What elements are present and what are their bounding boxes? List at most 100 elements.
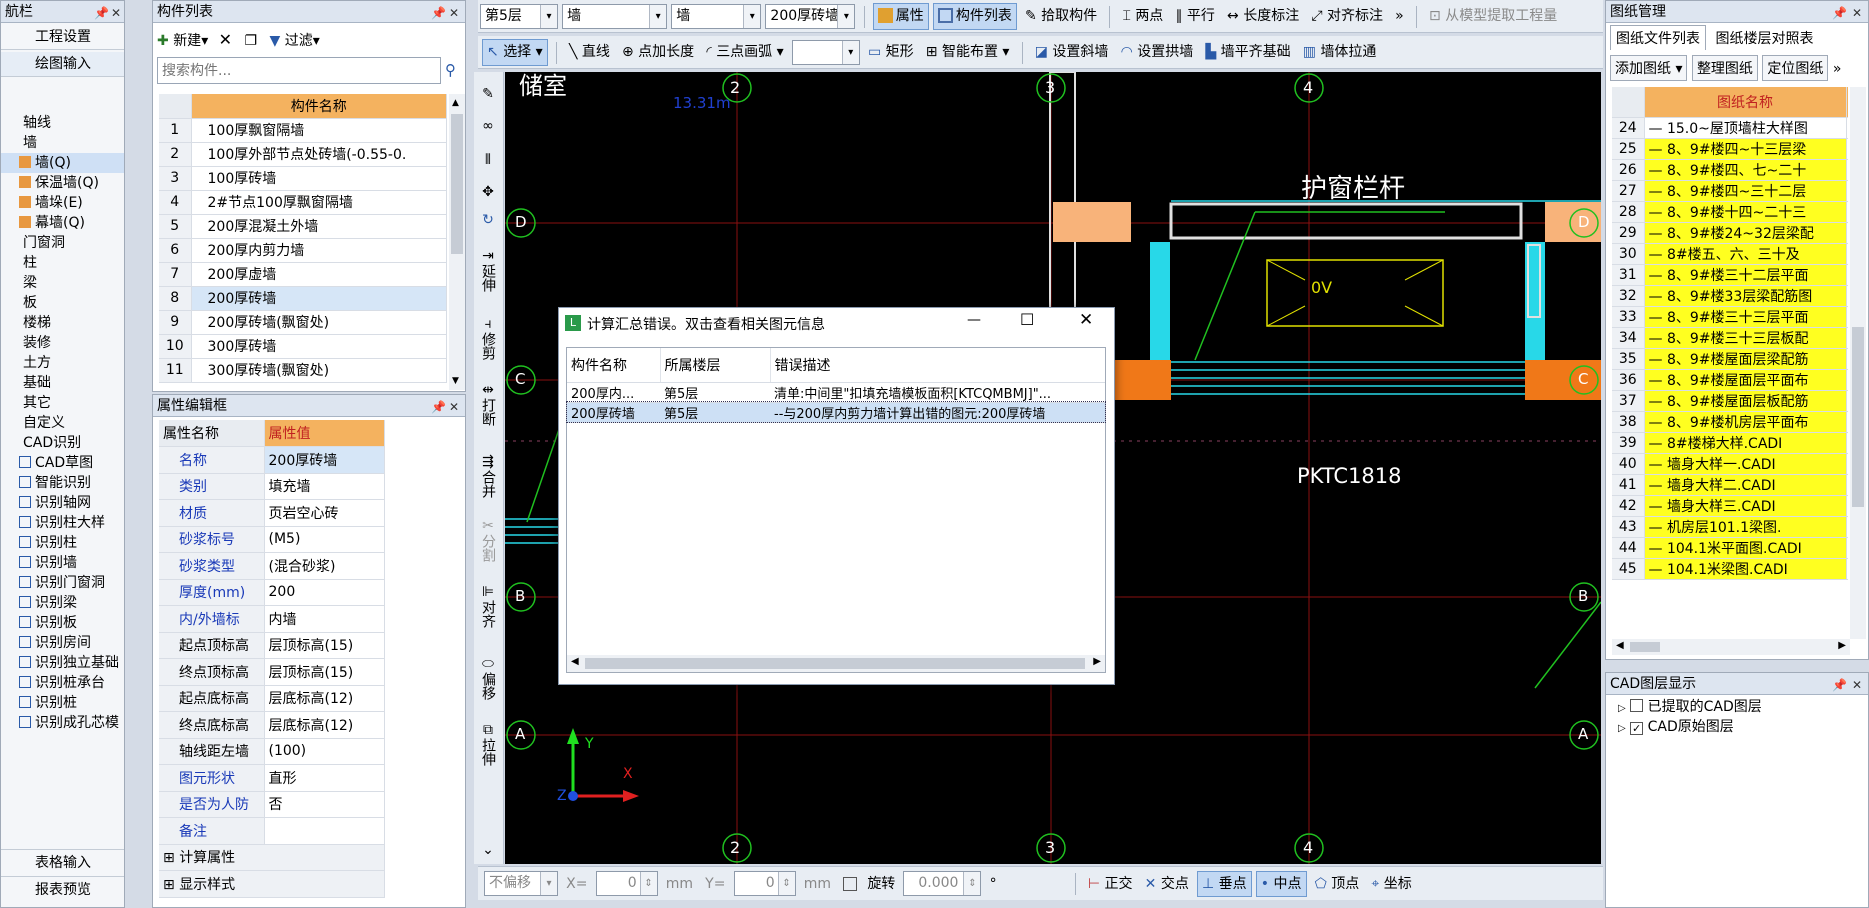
length-dim-button[interactable]: ↔ 长度标注: [1223, 3, 1303, 30]
perpendicular-snap-button[interactable]: ⊥ 垂点: [1197, 871, 1252, 897]
two-point-button[interactable]: ⌶ 两点: [1118, 3, 1167, 30]
property-value[interactable]: 填充墙: [264, 473, 385, 500]
orthogonal-button[interactable]: ⊢ 正交: [1084, 871, 1137, 897]
property-row[interactable]: 材质 页岩空心砖: [159, 499, 385, 527]
vertical-scrollbar[interactable]: [1850, 87, 1866, 639]
pin-icon[interactable]: 📌: [94, 2, 109, 24]
nav-top-button[interactable]: 绘图输入: [1, 52, 124, 77]
new-button[interactable]: 新建: [173, 33, 201, 49]
three-point-arc-button[interactable]: ◜ 三点画弧 ▾: [702, 39, 787, 66]
tab-drawing-files[interactable]: 图纸文件列表: [1610, 25, 1706, 50]
table-row[interactable]: 9 200厚砖墙(飘窗处): [159, 310, 447, 335]
table-row[interactable]: 3 100厚砖墙: [159, 166, 447, 191]
select-button[interactable]: ↖ 选择 ▾: [482, 39, 548, 66]
nav-tree-item[interactable]: 其它: [1, 393, 124, 413]
midpoint-snap-button[interactable]: • 中点: [1255, 871, 1307, 897]
layer-item[interactable]: ▷ ✓ CAD原始图层: [1618, 717, 1734, 739]
nav-tree-item[interactable]: 幕墙(Q): [1, 213, 124, 233]
property-value[interactable]: 页岩空心砖: [264, 499, 385, 527]
rotate-checkbox[interactable]: [843, 877, 858, 891]
y-input[interactable]: 0 ⇕: [733, 871, 796, 896]
nav-tree-item[interactable]: 门窗洞: [1, 233, 124, 253]
drawing-row[interactable]: 28— 8、9#楼十四~二十三1: [1612, 201, 1848, 223]
property-row[interactable]: 起点底标高 层底标高(12): [159, 685, 385, 712]
drawing-row[interactable]: 26— 8、9#楼四、七~二十1: [1612, 159, 1848, 181]
property-row[interactable]: 名称 200厚砖墙: [159, 446, 385, 474]
organize-drawing-button[interactable]: 整理图纸: [1691, 55, 1758, 81]
maximize-icon[interactable]: ☐: [1020, 310, 1034, 329]
error-row[interactable]: 200厚砖墙 第5层 --与200厚内剪力墙计算出错的图元:200厚砖墙: [566, 401, 1106, 423]
delete-icon[interactable]: ✕: [219, 30, 232, 49]
expand-icon[interactable]: ⊞: [163, 877, 179, 893]
trim-button[interactable]: ⫞ 修剪: [474, 316, 502, 364]
table-row[interactable]: 11 300厚砖墙(飘窗处): [159, 358, 447, 383]
line-button[interactable]: ╲ 直线: [565, 39, 614, 66]
drawing-row[interactable]: 32— 8、9#楼33层梁配筋图1: [1612, 285, 1848, 307]
nav-tree-item[interactable]: 保温墙(Q): [1, 173, 124, 193]
properties-button[interactable]: 属性: [872, 3, 929, 30]
drawing-row[interactable]: 42— 墙身大样三.CADI1: [1612, 495, 1848, 517]
nav-tree-item[interactable]: 柱: [1, 253, 124, 273]
drawing-row[interactable]: 37— 8、9#楼屋面层板配筋1: [1612, 390, 1848, 412]
property-row[interactable]: 轴线距左墙 (100): [159, 738, 385, 765]
drawing-row[interactable]: 36— 8、9#楼屋面层平面布1: [1612, 369, 1848, 391]
nav-top-button[interactable]: 工程设置: [1, 25, 124, 50]
nav-tree-item[interactable]: 墙: [1, 133, 124, 153]
vertical-scrollbar[interactable]: ▲ ▼: [449, 94, 465, 390]
nav-tree-item[interactable]: 识别柱大样: [1, 513, 124, 533]
offset-select[interactable]: 不偏移 ▾: [484, 871, 558, 896]
nav-tree-item[interactable]: 墙垛(E): [1, 193, 124, 213]
nav-tree-item[interactable]: 识别桩承台: [1, 673, 124, 693]
table-row[interactable]: 2 100厚外部节点处砖墙(-0.55-0.: [159, 142, 447, 167]
nav-bottom-button[interactable]: 报表预览: [1, 876, 124, 902]
drawing-row[interactable]: 27— 8、9#楼四~三十二层1: [1612, 180, 1848, 202]
close-icon[interactable]: ✕: [449, 2, 459, 24]
property-group[interactable]: ⊞ 显示样式: [159, 870, 385, 898]
move-icon[interactable]: ✥: [474, 184, 502, 200]
drawing-row[interactable]: 38— 8、9#楼机房层平面布1: [1612, 411, 1848, 433]
subtype-select[interactable]: 墙 ▾: [671, 4, 762, 29]
table-row[interactable]: 10 300厚砖墙: [159, 334, 447, 359]
error-description-column[interactable]: 错误描述: [770, 348, 1105, 383]
extract-quantity-button[interactable]: ⊡ 从模型提取工程量: [1425, 3, 1561, 30]
property-row[interactable]: 砂浆类型 (混合砂浆): [159, 552, 385, 580]
nav-tree-item[interactable]: 识别墙: [1, 553, 124, 573]
drawing-row[interactable]: 35— 8、9#楼屋面层梁配筋1: [1612, 348, 1848, 370]
expand-icon[interactable]: ⊞: [163, 850, 179, 866]
nav-tree-item[interactable]: 识别独立基础: [1, 653, 124, 673]
table-row[interactable]: 7 200厚虚墙: [159, 262, 447, 287]
vertex-snap-button[interactable]: ⬠ 顶点: [1311, 871, 1364, 897]
mirror-icon[interactable]: ⫴: [474, 152, 502, 168]
nav-tree-item[interactable]: 识别桩: [1, 693, 124, 713]
minimize-icon[interactable]: —: [967, 312, 981, 328]
close-icon[interactable]: ✕: [1852, 674, 1862, 696]
drawing-row[interactable]: 43— 机房层101.1梁图.1: [1612, 516, 1848, 538]
parallel-button[interactable]: ∥ 平行: [1171, 3, 1218, 30]
property-value[interactable]: (M5): [264, 526, 385, 553]
property-row[interactable]: 备注: [159, 817, 385, 845]
drawing-row[interactable]: 34— 8、9#楼三十三层板配1: [1612, 327, 1848, 349]
property-row[interactable]: 是否为人防否: [159, 791, 385, 818]
split-button[interactable]: ✂ 分割: [474, 518, 502, 566]
circle-tool-icon[interactable]: ∞: [474, 118, 502, 134]
pen-icon[interactable]: ✎: [474, 86, 502, 102]
property-value[interactable]: (混合砂浆): [264, 552, 385, 580]
rectangle-button[interactable]: ▭ 矩形: [864, 39, 918, 66]
type-select[interactable]: 墙 ▾: [562, 4, 668, 29]
angle-input[interactable]: 0.000 ⇕: [903, 871, 982, 896]
pin-icon[interactable]: 📌: [431, 2, 446, 24]
locate-drawing-button[interactable]: 定位图纸: [1762, 55, 1829, 81]
layer-checkbox[interactable]: [1630, 699, 1644, 712]
wall-stretch-button[interactable]: ▥ 墙体拉通: [1299, 39, 1381, 66]
coordinate-snap-button[interactable]: ⌖ 坐标: [1367, 871, 1415, 897]
property-value[interactable]: 200厚砖墙: [264, 446, 385, 474]
property-value[interactable]: 层底标高(12): [264, 711, 385, 739]
nav-tree-item[interactable]: CAD识别: [1, 433, 124, 453]
expand-icon[interactable]: ⌄: [474, 842, 502, 858]
nav-tree-item[interactable]: 识别门窗洞: [1, 573, 124, 593]
nav-tree-item[interactable]: 基础: [1, 373, 124, 393]
copy-icon[interactable]: ❐: [245, 33, 258, 49]
search-input[interactable]: [158, 58, 440, 83]
pin-icon[interactable]: 📌: [431, 396, 446, 418]
nav-tree-item[interactable]: 识别房间: [1, 633, 124, 653]
